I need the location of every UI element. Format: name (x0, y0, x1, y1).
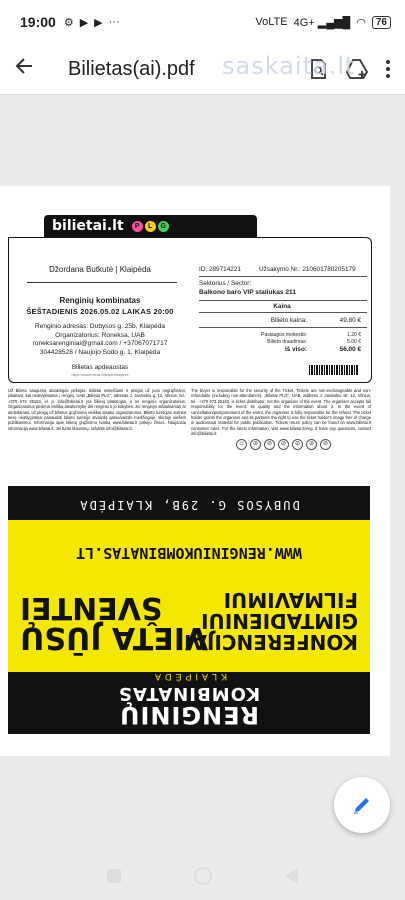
bilietai-logo-bar: bilietai.lt P L G (44, 215, 257, 237)
poster-city: KLAIPĖDA (150, 672, 228, 682)
document-title: Bilietas(ai).pdf (68, 57, 195, 80)
poster-website: WWW.RENGINIUKOMBINATAS.LT (76, 544, 302, 562)
rules-icons: ☺ ⊘ ⊘ ⊘ ⊘ ⊘ ⊘ (236, 439, 331, 450)
poster-address: DUBYSOS G. 29B, KLAIPĖDA (78, 498, 300, 512)
volte-icon: VoLTE (255, 16, 288, 28)
poster-title: RENGINIŲ KOMBINATAS (117, 683, 261, 729)
divider (199, 300, 367, 301)
no-smoking-icon: ⊘ (292, 439, 303, 450)
wifi-icon: ◠ (356, 16, 366, 29)
sector-label: Sektorius / Sector: (199, 280, 252, 287)
no-pets-icon: ⊘ (320, 439, 331, 450)
event-date: ŠEŠTADIENIS 2026.05.02 LAIKAS 20:00 (26, 307, 174, 316)
recents-button[interactable] (106, 869, 121, 883)
organizer: Džordana Butkutė | Klaipėda (49, 265, 151, 274)
price-row: Bilieto kaina: 49.80 € (270, 317, 361, 324)
watermark: saskaita.lt (222, 52, 356, 80)
pencil-icon (354, 798, 369, 814)
no-camera-icon: ⊘ (250, 439, 261, 450)
ticket-id: ID: 289714221 (199, 266, 241, 273)
no-food-icon: ⊘ (264, 439, 275, 450)
pdf-page[interactable]: bilietai.lt P L G Džordana Butkutė | Kla… (0, 186, 390, 756)
terms-en: The buyer is responsible for the securit… (191, 388, 371, 437)
system-nav-bar (0, 852, 405, 900)
status-time: 19:00 (20, 14, 56, 30)
divider (199, 276, 367, 277)
poster-services: KONFERENCIJAI GIMTADIENIUI FILMAVIMUI (184, 588, 358, 654)
order-number: Užsakymo Nr.: 210601780205179 (259, 266, 356, 273)
status-bar: 19:00 ⚙ ▶ ▶ ··· VoLTE 4G+ ▂▄▆█ ◠ 76 (0, 0, 405, 44)
divider (199, 327, 367, 328)
signal-icon: 4G+ ▂▄▆█ (293, 16, 351, 29)
smile-icon: ☺ (236, 439, 247, 450)
more-options-icon[interactable] (385, 59, 391, 79)
more-notifications-icon: ··· (108, 16, 120, 28)
no-weapons-icon: ⊘ (278, 439, 289, 450)
edit-button[interactable] (334, 777, 390, 833)
event-address: Renginio adresas: Dubysos g. 25b, Klaipė… (32, 323, 168, 356)
back-arrow-icon[interactable] (14, 56, 44, 82)
poster-yellow-panel: KONFERENCIJAI GIMTADIENIUI FILMAVIMUI VI… (8, 520, 370, 672)
youtube-icon: ▶ (94, 16, 103, 29)
terms-lt: Už Bilieto saugumą atsakingas pirkėjas. … (8, 388, 186, 431)
terms-link: https://www.bilietai.lt/lit/apie/taisykl… (71, 373, 129, 377)
barcode (309, 365, 359, 375)
price-row: Paslaugos mokestis: 1.20 € (261, 332, 361, 338)
no-drinks-icon: ⊘ (306, 439, 317, 450)
ticket: Džordana Butkutė | Klaipėda Renginių kom… (8, 237, 372, 383)
separator (27, 282, 177, 283)
bilietai-logo: bilietai.lt (52, 218, 124, 234)
price-total-row: Iš viso: 56.00 € (284, 346, 361, 353)
poster-slogan: VIETA JŪSŲ ŠVENTEI (20, 590, 209, 655)
battery-icon: 76 (371, 15, 391, 29)
seat: Balkono baro VIP staliukas 211 (199, 289, 296, 296)
ticket-left: Džordana Butkutė | Klaipėda Renginių kom… (9, 238, 191, 384)
home-button[interactable] (193, 867, 212, 885)
notification-icons: ⚙ ▶ ▶ ··· (64, 16, 120, 29)
divider (199, 312, 367, 313)
ticket-right: ID: 289714221 Užsakymo Nr.: 210601780205… (197, 238, 369, 384)
advertisement-poster: RENGINIŲ KOMBINATAS KLAIPĖDA KONFERENCIJ… (8, 486, 370, 734)
insured-label: Bilietas apdeaustas (71, 364, 129, 371)
event-name: Renginių kombinatas (59, 296, 141, 305)
youtube-icon: ▶ (79, 16, 89, 29)
price-header: Kaina (273, 303, 291, 310)
price-row: Bilieto draudimas: 5.00 € (267, 339, 361, 345)
plg-logo: P L G (131, 220, 169, 232)
back-button[interactable] (285, 868, 299, 884)
divider (0, 94, 405, 95)
gear-icon: ⚙ (63, 16, 74, 29)
